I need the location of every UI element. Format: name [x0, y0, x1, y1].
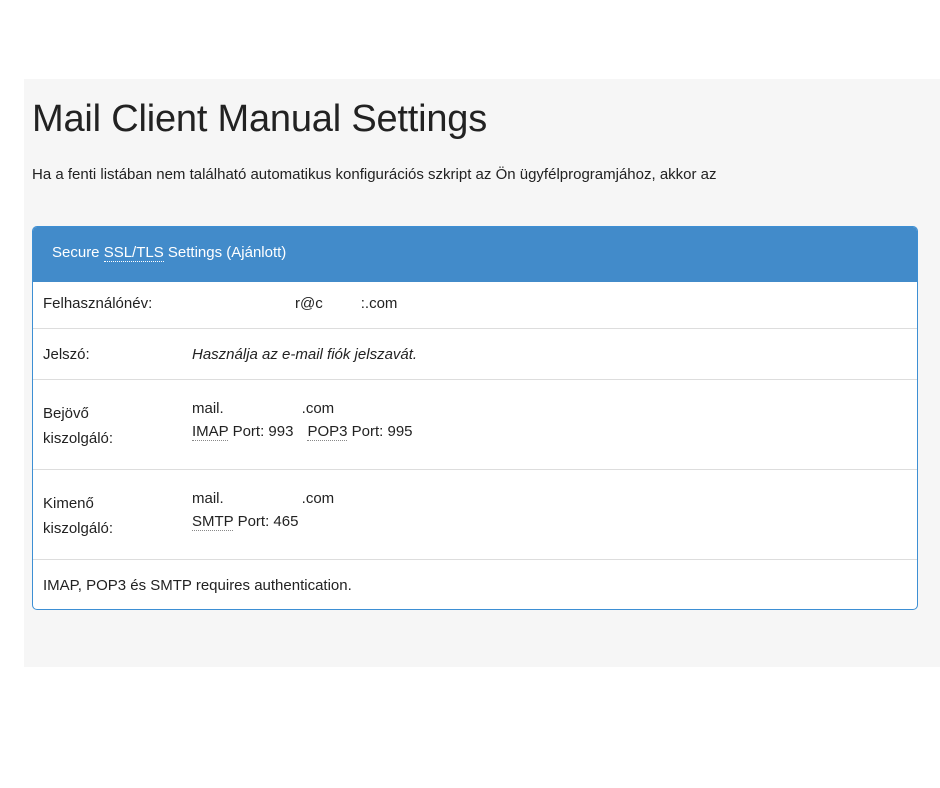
outgoing-ports: SMTP Port: 465: [192, 513, 299, 531]
username-row: Felhasználónév: r@c :.com: [33, 282, 917, 328]
incoming-server-value: mail. .com IMAP Port: 993 POP3 Port: 995: [192, 397, 413, 443]
authentication-note-row: IMAP, POP3 és SMTP requires authenticati…: [33, 559, 917, 609]
outgoing-host: mail. .com: [192, 487, 334, 510]
outgoing-server-row: Kimenő kiszolgáló: mail. .com SMTP Port: …: [33, 469, 917, 559]
smtp-abbr[interactable]: SMTP: [192, 513, 234, 531]
secure-settings-panel: Secure SSL/TLS Settings (Ajánlott) Felha…: [32, 226, 918, 610]
password-row: Jelszó: Használja az e-mail fiók jelszav…: [33, 328, 917, 379]
panel-heading-suffix: Settings (Ajánlott): [163, 244, 287, 261]
incoming-host: mail. .com: [192, 397, 334, 420]
incoming-ports: IMAP Port: 993 POP3 Port: 995: [192, 423, 413, 441]
panel-heading-prefix: Secure: [52, 244, 104, 261]
pop3-abbr[interactable]: POP3: [307, 423, 348, 441]
intro-text: Ha a fenti listában nem található automa…: [32, 166, 717, 183]
username-label: Felhasználónév:: [43, 295, 153, 312]
imap-abbr[interactable]: IMAP: [192, 423, 229, 441]
password-label: Jelszó:: [43, 346, 90, 363]
page-title: Mail Client Manual Settings: [32, 98, 488, 140]
outgoing-server-label: Kimenő kiszolgáló:: [43, 495, 114, 537]
username-value: r@c :.com: [295, 295, 398, 312]
authentication-note: IMAP, POP3 és SMTP requires authenticati…: [43, 577, 352, 594]
incoming-server-row: Bejövő kiszolgáló: mail. .com IMAP Port: …: [33, 379, 917, 469]
redacted-block: [223, 397, 302, 420]
incoming-server-label: Bejövő kiszolgáló:: [43, 405, 114, 447]
redacted-block: [223, 487, 302, 510]
password-value: Használja az e-mail fiók jelszavát.: [192, 346, 418, 363]
panel-heading: Secure SSL/TLS Settings (Ajánlott): [33, 227, 917, 282]
redacted-block: [322, 295, 361, 312]
outgoing-server-value: mail. .com SMTP Port: 465: [192, 487, 334, 533]
ssl-tls-abbr[interactable]: SSL/TLS: [103, 244, 164, 262]
